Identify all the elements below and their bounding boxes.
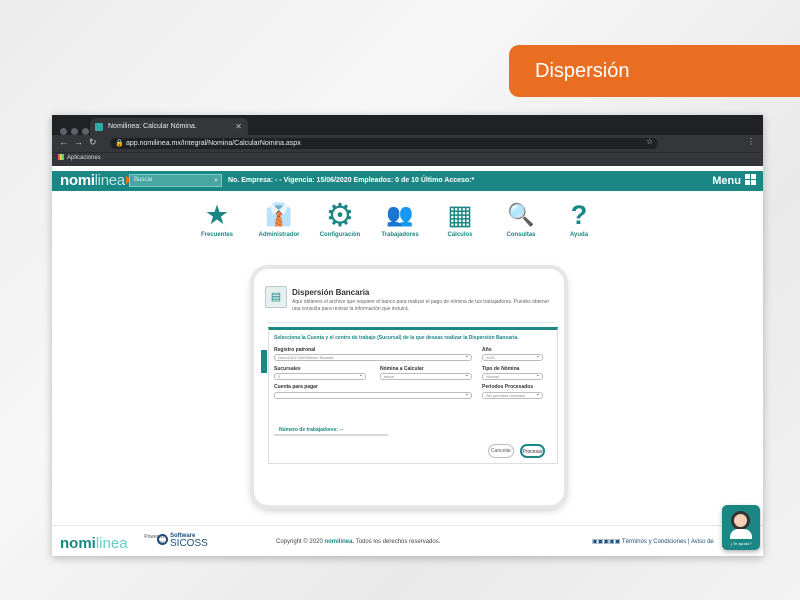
- chevron-down-icon: ⌄: [464, 391, 469, 397]
- select-value: DemoO01Y0000Demo Nomina: [278, 355, 334, 360]
- card-description: Aquí obtienes el archivo que requiere el…: [292, 299, 550, 312]
- help-assistant-button[interactable]: ¿Te ayudo?: [722, 505, 760, 550]
- search-icon[interactable]: ⌕: [214, 175, 218, 186]
- url-field[interactable]: 🔒 app.nomilinea.mx/Integral/Nomina/Calcu…: [110, 138, 658, 149]
- apps-icon: [58, 154, 64, 160]
- nav-ayuda[interactable]: ? Ayuda: [544, 199, 614, 238]
- reload-icon[interactable]: ↻: [89, 137, 97, 148]
- form-heading: Selecciona la Cuenta y el centro de trab…: [274, 335, 519, 341]
- menu-label: Menu: [712, 175, 741, 187]
- select-value: sema: [384, 374, 394, 379]
- footer-links[interactable]: Términos y Condiciones | Aviso de: [622, 539, 714, 545]
- chevron-down-icon: ⌄: [464, 353, 469, 359]
- forward-icon[interactable]: →: [74, 137, 83, 147]
- browser-tab-bar: Nomilinea: Calcular Nómina. ✕: [52, 115, 763, 135]
- copyright-prefix: Copyright © 2020: [276, 539, 323, 545]
- company-info: No. Empresa: - - Vigencia: 15/06/2020 Em…: [228, 177, 475, 184]
- search-placeholder: Buscar: [134, 177, 153, 183]
- process-button[interactable]: Procesar: [520, 444, 545, 458]
- app-footer: nomilinea Powered by Software SICOSS Cop…: [52, 525, 763, 556]
- registro-patronal-label: Registro patronal: [274, 347, 316, 353]
- nav-label: Administrador: [258, 232, 300, 238]
- periodos-label: Periodos Procesados: [482, 384, 534, 390]
- bookmark-apps[interactable]: Aplicaciones: [58, 154, 101, 161]
- select-value: Normal: [486, 374, 499, 379]
- anio-select[interactable]: 2020 ⌄: [482, 354, 543, 361]
- nav-label: Ayuda: [569, 232, 589, 238]
- linkedin-icon[interactable]: ▣: [615, 539, 621, 545]
- registro-patronal-select[interactable]: DemoO01Y0000Demo Nomina ⌄: [274, 354, 472, 361]
- address-bar: ← → ↻ 🔒 app.nomilinea.mx/Integral/Nomina…: [52, 135, 763, 152]
- back-icon[interactable]: ←: [59, 137, 68, 147]
- anio-label: Año: [482, 347, 492, 353]
- footer-logo-part1: nomi: [60, 535, 96, 552]
- sicoss-icon: [157, 534, 168, 545]
- sicoss-logo[interactable]: Software SICOSS: [157, 533, 208, 549]
- tipo-nomina-select[interactable]: Normal ⌄: [482, 373, 543, 380]
- nav-label: Frecuentes: [200, 232, 233, 238]
- tab-title: Nomilinea: Calcular Nómina.: [108, 123, 197, 130]
- close-tab-icon[interactable]: ✕: [235, 118, 242, 135]
- footer-logo[interactable]: nomilinea: [60, 535, 128, 552]
- periodos-select[interactable]: Sin periodos cerrados ⌄: [482, 392, 543, 399]
- form-accent-bar: [261, 350, 267, 373]
- select-value: Sin periodos cerrados: [486, 393, 525, 398]
- help-label: ¿Te ayudo?: [730, 541, 752, 546]
- num-trabajadores: Número de trabajadores: --: [274, 427, 388, 436]
- dispersion-card: ▤ Dispersión Bancaria Aquí obtienes el a…: [254, 269, 564, 505]
- dispersion-form: Selecciona la Cuenta y el centro de trab…: [268, 327, 558, 464]
- browser-tab[interactable]: Nomilinea: Calcular Nómina. ✕: [90, 118, 248, 135]
- administrator-icon: 👔: [265, 202, 293, 227]
- help-icon: ?: [570, 200, 588, 230]
- card-title: Dispersión Bancaria: [292, 288, 370, 297]
- copyright: Copyright © 2020 nomilinea. Todos los de…: [276, 539, 440, 545]
- logo-text-part1: nomi: [60, 172, 95, 189]
- nomina-select[interactable]: sema ⌄: [380, 373, 472, 380]
- search-input[interactable]: Buscar ⌕: [129, 174, 222, 187]
- browser-menu-icon[interactable]: ⋮: [747, 137, 755, 146]
- nomilinea-logo[interactable]: nomilinea: [60, 172, 133, 189]
- cancel-button[interactable]: Cancelar: [488, 444, 514, 458]
- sicoss-text: SICOSS: [170, 538, 208, 549]
- document-icon: ▤: [265, 286, 287, 308]
- select-value: 0: [278, 374, 281, 379]
- slide-title-tag: Dispersión: [509, 45, 800, 97]
- grid-icon: [745, 174, 756, 185]
- cuenta-label: Cuenta para pagar: [274, 384, 318, 390]
- footer-logo-part2: linea: [95, 535, 128, 552]
- logo-text-part2: linea: [94, 172, 126, 189]
- chevron-down-icon: ⌄: [535, 391, 540, 397]
- app-header: nomilinea Buscar ⌕ No. Empresa: - - Vige…: [52, 171, 763, 191]
- tipo-nomina-label: Tipo de Nómina: [482, 366, 520, 372]
- menu-button[interactable]: Menu: [712, 174, 756, 187]
- chevron-down-icon: ⌄: [464, 372, 469, 378]
- cuenta-select[interactable]: ⌄: [274, 392, 472, 399]
- assistant-avatar-icon: [731, 511, 750, 530]
- assistant-body: [730, 529, 752, 539]
- bookmarks-bar: Aplicaciones: [52, 152, 763, 166]
- calculator-icon: ▦: [447, 200, 473, 230]
- nav-label: Cálculos: [447, 232, 473, 238]
- nav-calculos[interactable]: ▦ Cálculos: [425, 199, 495, 238]
- social-links: ▣▣▣▣▣ Términos y Condiciones | Aviso de: [592, 538, 714, 545]
- select-value: 2020: [486, 355, 495, 360]
- chevron-down-icon: ⌄: [535, 353, 540, 359]
- nav-administrador[interactable]: 👔 Administrador: [244, 199, 314, 238]
- module-nav: ★ Frecuentes 👔 Administrador ⚙ Configuració…: [52, 199, 763, 249]
- star-icon: ★: [204, 200, 230, 230]
- chevron-down-icon: ⌄: [535, 372, 540, 378]
- chevron-down-icon: ⌄: [358, 372, 363, 378]
- favicon-icon: [95, 123, 103, 131]
- nomina-label: Nómina a Calcular: [380, 366, 424, 372]
- sucursales-label: Sucursales: [274, 366, 301, 372]
- browser-window: Nomilinea: Calcular Nómina. ✕ ← → ↻ 🔒 ap…: [52, 115, 763, 556]
- copyright-suffix: Todos los derechos reservados.: [355, 539, 441, 545]
- lock-icon: 🔒: [115, 140, 124, 147]
- url-text: app.nomilinea.mx/Integral/Nomina/Calcula…: [126, 140, 301, 147]
- nav-frecuentes[interactable]: ★ Frecuentes: [182, 199, 252, 238]
- bookmark-star-icon[interactable]: ☆: [646, 137, 653, 146]
- copyright-brand: nomilinea.: [324, 539, 355, 545]
- divider: [268, 322, 554, 323]
- sucursales-select[interactable]: 0 ⌄: [274, 373, 366, 380]
